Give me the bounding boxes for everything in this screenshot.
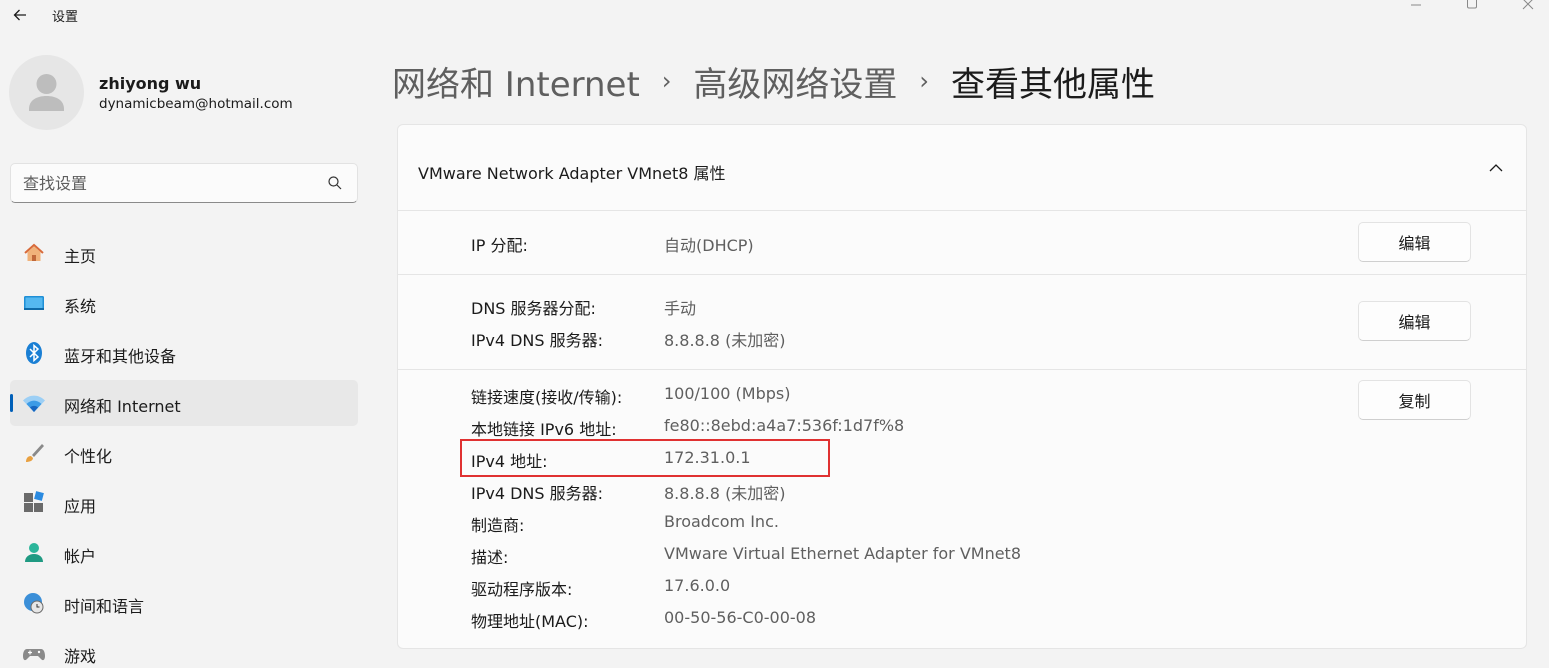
edit-ip-button[interactable]: 编辑: [1358, 222, 1471, 262]
property-value: fe80::8ebd:a4a7:536f:1d7f%8: [664, 416, 905, 435]
breadcrumb-item-network[interactable]: 网络和 Internet: [392, 57, 640, 106]
close-button[interactable]: [1508, 0, 1548, 14]
copy-button[interactable]: 复制: [1358, 380, 1471, 420]
sidebar-item-label: 应用: [64, 497, 97, 516]
sidebar-item-label: 帐户: [64, 547, 97, 566]
minimize-button[interactable]: [1396, 0, 1436, 14]
title-bar: 设置: [0, 0, 1549, 32]
selection-indicator: [10, 394, 13, 412]
chevron-up-icon[interactable]: [1486, 158, 1506, 178]
property-value: 手动: [664, 299, 697, 318]
property-key: IPv4 DNS 服务器:: [471, 484, 604, 503]
card-title: VMware Network Adapter VMnet8 属性: [418, 164, 726, 183]
minimize-icon: [1411, 4, 1421, 6]
property-value: VMware Virtual Ethernet Adapter for VMne…: [664, 544, 1022, 563]
home-icon: [24, 243, 44, 261]
dns-section: DNS 服务器分配: 手动 IPv4 DNS 服务器: 8.8.8.8 (未加密…: [398, 275, 1526, 370]
breadcrumb-separator: ›: [919, 67, 930, 95]
property-value: 自动(DHCP): [664, 236, 754, 255]
property-key: 描述:: [471, 548, 509, 567]
details-section: 链接速度(接收/传输): 100/100 (Mbps) 本地链接 IPv6 地址…: [398, 370, 1526, 648]
maximize-button[interactable]: [1452, 0, 1492, 14]
brush-icon: [26, 444, 44, 462]
close-icon: [1522, 0, 1534, 10]
sidebar-item-personalization[interactable]: 个性化: [10, 430, 358, 476]
back-button[interactable]: [8, 3, 32, 27]
sidebar-item-home[interactable]: 主页: [10, 230, 358, 276]
ip-assignment-section: IP 分配: 自动(DHCP) 编辑: [398, 211, 1526, 275]
sidebar-item-apps[interactable]: 应用: [10, 480, 358, 526]
sidebar-item-label: 主页: [64, 247, 97, 266]
sidebar-item-label: 网络和 Internet: [64, 397, 181, 416]
adapter-properties-card: VMware Network Adapter VMnet8 属性 IP 分配: …: [397, 124, 1527, 649]
property-value: 17.6.0.0: [664, 576, 731, 595]
sidebar-nav: 主页 系统 蓝牙和其他设备 网络和 Internet 个性化 应用 帐户 时间和…: [10, 230, 358, 668]
sidebar-item-label: 时间和语言: [64, 597, 145, 616]
property-key: 驱动程序版本:: [471, 580, 573, 599]
breadcrumb: 网络和 Internet › 高级网络设置 › 查看其他属性: [392, 56, 1155, 106]
property-key: 物理地址(MAC):: [471, 612, 589, 631]
user-email: dynamicbeam@hotmail.com: [99, 96, 293, 112]
sidebar-item-label: 个性化: [64, 447, 113, 466]
system-monitor-icon: [24, 296, 44, 310]
property-value: 8.8.8.8 (未加密): [664, 331, 786, 350]
app-title: 设置: [52, 10, 79, 25]
property-key: IP 分配:: [471, 236, 528, 255]
maximize-icon: [1467, 0, 1477, 9]
sidebar-item-time-language[interactable]: 时间和语言: [10, 580, 358, 626]
sidebar-item-gaming[interactable]: 游戏: [10, 630, 358, 668]
property-value: 8.8.8.8 (未加密): [664, 484, 786, 503]
search-box: [10, 163, 358, 203]
arrow-left-icon: [13, 9, 26, 21]
sidebar-item-bluetooth[interactable]: 蓝牙和其他设备: [10, 330, 358, 376]
property-value: Broadcom Inc.: [664, 512, 779, 531]
account-icon: [25, 543, 43, 562]
sidebar-item-label: 系统: [64, 297, 97, 316]
sidebar-item-network[interactable]: 网络和 Internet: [10, 380, 358, 426]
property-key: IPv4 DNS 服务器:: [471, 331, 604, 350]
property-key: DNS 服务器分配:: [471, 299, 596, 318]
search-input[interactable]: [23, 172, 313, 194]
card-header[interactable]: VMware Network Adapter VMnet8 属性: [398, 125, 1526, 211]
breadcrumb-item-advanced[interactable]: 高级网络设置: [693, 57, 897, 106]
apps-icon: [24, 491, 44, 512]
wifi-icon: [23, 395, 45, 412]
sidebar-item-system[interactable]: 系统: [10, 280, 358, 326]
clock-globe-icon: [24, 593, 44, 614]
avatar[interactable]: [9, 55, 84, 130]
bluetooth-icon: [26, 342, 42, 364]
property-key: 制造商:: [471, 516, 525, 535]
user-name: zhiyong wu: [99, 74, 202, 93]
search-icon[interactable]: [327, 175, 343, 191]
breadcrumb-separator: ›: [661, 67, 672, 95]
property-key: 链接速度(接收/传输):: [471, 388, 623, 407]
sidebar-item-accounts[interactable]: 帐户: [10, 530, 358, 576]
gamepad-icon: [23, 649, 45, 661]
sidebar-item-label: 游戏: [64, 647, 97, 666]
property-key: 本地链接 IPv6 地址:: [471, 420, 617, 439]
user-silhouette-icon: [29, 74, 64, 111]
page-title: 查看其他属性: [951, 64, 1156, 105]
property-value: 100/100 (Mbps): [664, 384, 791, 403]
property-value: 00-50-56-C0-00-08: [664, 608, 817, 627]
edit-dns-button[interactable]: 编辑: [1358, 301, 1471, 341]
ipv4-highlight-box: [460, 439, 830, 477]
sidebar-item-label: 蓝牙和其他设备: [64, 347, 177, 366]
